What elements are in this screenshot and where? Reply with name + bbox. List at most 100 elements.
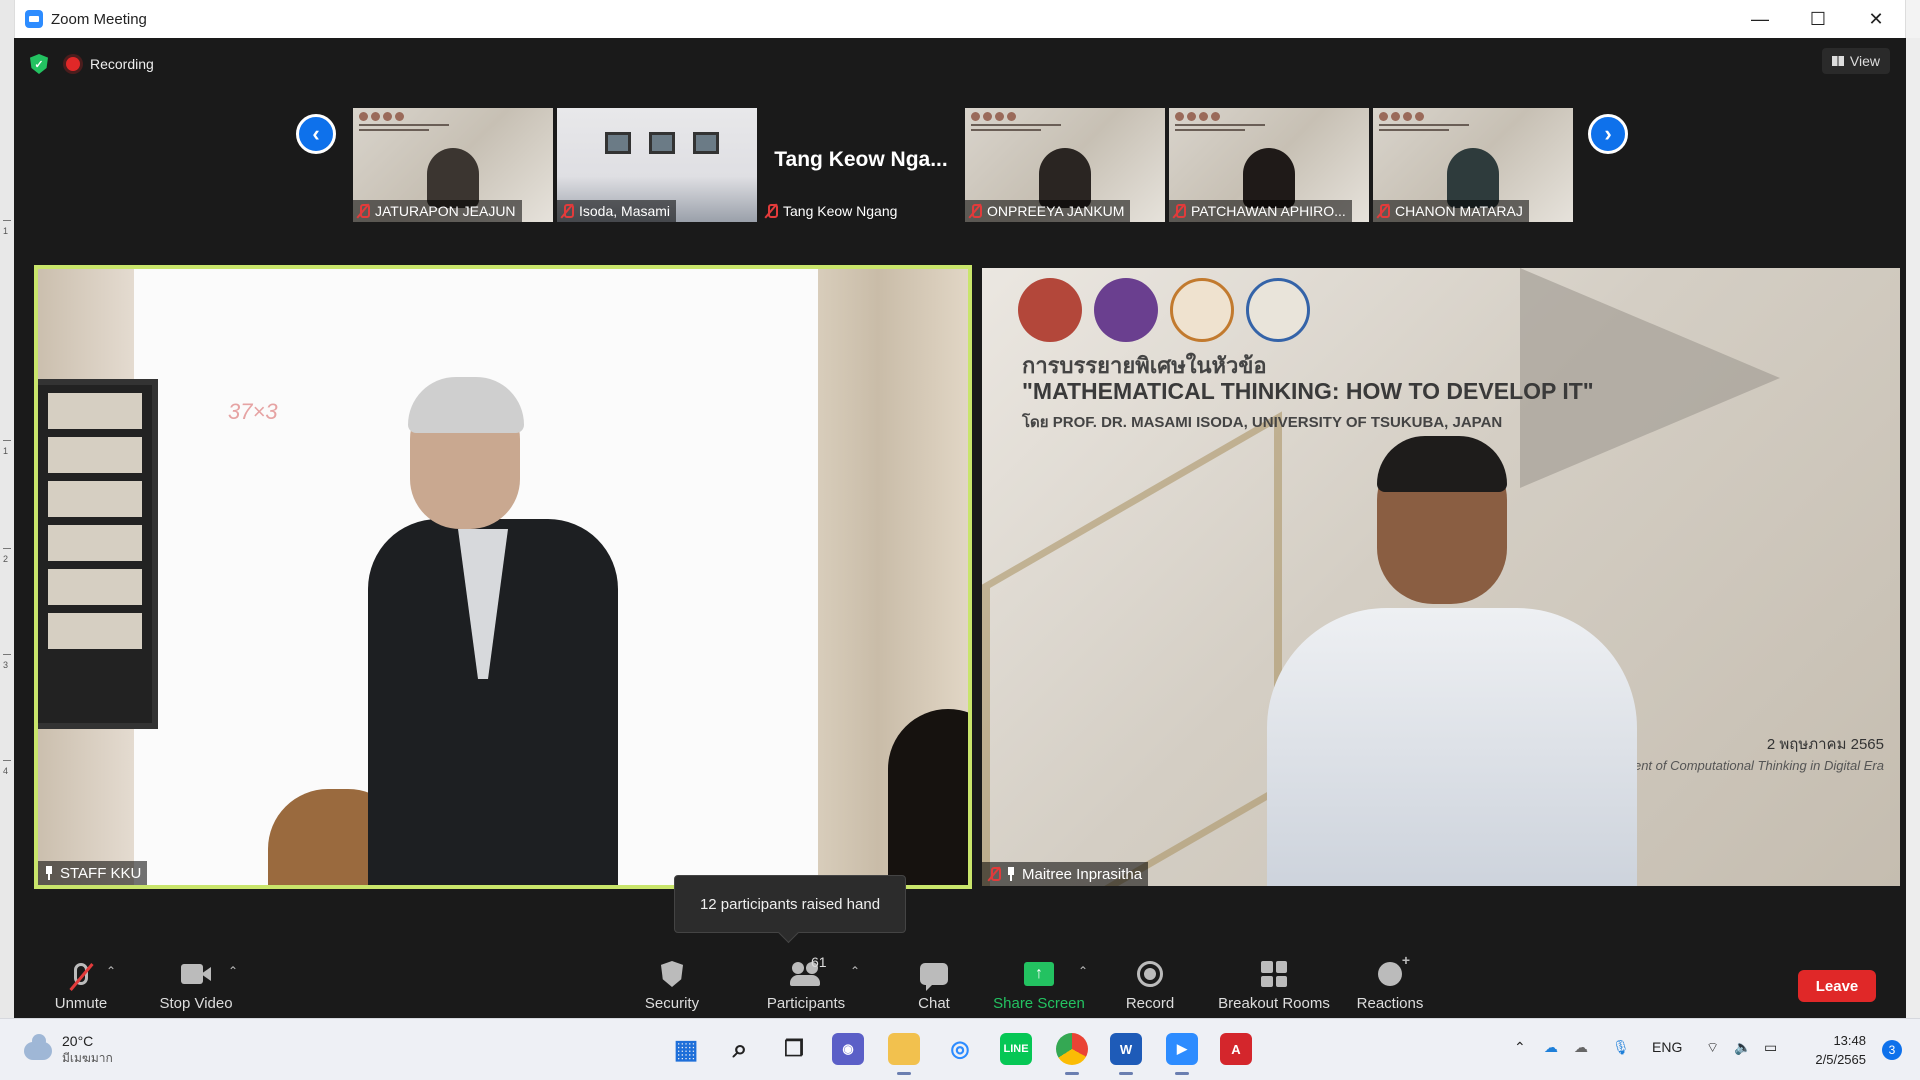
battery-icon[interactable]: ▭ (1764, 1039, 1777, 1056)
filmstrip-prev-button[interactable]: ‹ (296, 114, 336, 154)
pin-icon (1006, 867, 1016, 881)
chrome-icon[interactable] (1056, 1033, 1088, 1075)
encryption-shield-icon[interactable]: ✓ (30, 54, 48, 74)
participant-name: CHANON MATARAJ (1395, 203, 1523, 219)
clock-date: 2/5/2565 (1815, 1052, 1866, 1067)
audio-options-caret[interactable]: ⌃ (106, 964, 116, 978)
participant-count: 61 (811, 954, 827, 970)
file-explorer-icon[interactable] (888, 1033, 920, 1075)
microphone-muted-icon (74, 963, 88, 985)
meeting-area: ✓ Recording View ‹ JATURAPON JEAJUN Isod… (14, 38, 1906, 1018)
record-label: Record (1125, 995, 1175, 1012)
main-video-staff-kku[interactable]: 37×3 STAFF KKU (34, 265, 972, 889)
participant-thumb-6[interactable]: CHANON MATARAJ (1373, 108, 1573, 222)
os-taskbar: 20°C มีเมฆมาก ▦ ⌕ ❐ ◉ ◎ LINE W ▶ A ⌃ ☁ ☁… (0, 1018, 1920, 1080)
speaker-figure (1267, 608, 1637, 886)
participant-thumb-3[interactable]: Tang Keow Nga... Tang Keow Ngang (761, 108, 961, 222)
chat-bubble-icon (920, 963, 948, 985)
volume-icon[interactable]: 🔈 (1734, 1039, 1751, 1056)
leave-button[interactable]: Leave (1798, 970, 1876, 1002)
meeting-toolbar: Unmute ⌃ Stop Video ⌃ Security Participa… (14, 948, 1906, 1018)
filmstrip-next-button[interactable]: › (1588, 114, 1628, 154)
breakout-rooms-label: Breakout Rooms (1218, 995, 1330, 1012)
zoom-taskbar-icon[interactable]: ▶ (1166, 1033, 1198, 1075)
participants-button[interactable]: Participants (746, 956, 866, 1012)
onedrive-personal-icon[interactable]: ☁ (1574, 1039, 1588, 1056)
participant-name: Isoda, Masami (579, 203, 671, 219)
reaction-smiley-icon (1378, 952, 1410, 986)
maximize-button[interactable]: ☐ (1789, 0, 1847, 38)
cloud-icon (24, 1033, 52, 1060)
share-screen-label: Share Screen (993, 995, 1085, 1012)
weather-widget[interactable]: 20°C มีเมฆมาก (24, 1033, 113, 1068)
notification-badge[interactable]: 3 (1882, 1040, 1902, 1060)
system-clock[interactable]: 13:48 2/5/2565 (1815, 1031, 1866, 1069)
teams-chat-icon[interactable]: ◉ (832, 1033, 864, 1065)
security-label: Security (644, 995, 700, 1012)
chat-label: Chat (918, 995, 950, 1012)
breakout-rooms-button[interactable]: Breakout Rooms (1204, 956, 1344, 1012)
recording-label: Recording (90, 56, 154, 72)
participant-thumb-5[interactable]: PATCHAWAN APHIRO... (1169, 108, 1369, 222)
microphone-tray-icon[interactable]: 🎙 (1612, 1039, 1630, 1056)
video-options-caret[interactable]: ⌃ (228, 964, 238, 978)
participant-thumb-4[interactable]: ONPREEYA JANKUM (965, 108, 1165, 222)
mic-muted-icon (357, 204, 370, 218)
acrobat-icon[interactable]: A (1220, 1033, 1252, 1065)
participant-name: Tang Keow Ngang (783, 203, 898, 219)
participants-label: Participants (766, 995, 846, 1012)
minimize-button[interactable]: — (1731, 0, 1789, 38)
close-button[interactable]: ✕ (1847, 0, 1905, 38)
task-view-icon[interactable]: ❐ (778, 1033, 810, 1065)
slide-title: "MATHEMATICAL THINKING: HOW TO DEVELOP I… (1022, 378, 1594, 404)
mic-muted-icon (1173, 204, 1186, 218)
weather-temp: 20°C (62, 1033, 94, 1049)
record-icon (1137, 961, 1163, 987)
window-title: Zoom Meeting (51, 10, 147, 28)
clock-time: 13:48 (1833, 1033, 1866, 1048)
participant-thumb-2[interactable]: Isoda, Masami (557, 108, 757, 222)
participant-video (427, 148, 479, 208)
weather-desc: มีเมฆมาก (62, 1051, 113, 1065)
participant-name: JATURAPON JEAJUN (375, 203, 516, 219)
slide-date: 2 พฤษภาคม 2565 (1766, 736, 1884, 753)
participant-name: STAFF KKU (60, 864, 142, 882)
slide-byline: โดย PROF. DR. MASAMI ISODA, UNIVERSITY O… (1022, 414, 1503, 431)
chevron-left-icon: ‹ (312, 121, 320, 146)
view-button[interactable]: View (1821, 48, 1890, 74)
mic-muted-icon (561, 204, 574, 218)
onedrive-cloud-icon[interactable]: ☁ (1544, 1039, 1558, 1056)
main-video-maitree[interactable]: การบรรยายพิเศษในหัวข้อ "MATHEMATICAL THI… (982, 268, 1900, 886)
wireless-app-icon[interactable]: ◎ (944, 1033, 976, 1065)
word-icon[interactable]: W (1110, 1033, 1142, 1075)
zoom-app-icon (25, 10, 43, 28)
view-label: View (1849, 53, 1880, 69)
stop-video-label: Stop Video (159, 995, 233, 1012)
line-app-icon[interactable]: LINE (1000, 1033, 1032, 1065)
reactions-button[interactable]: Reactions (1340, 952, 1440, 1012)
slide-footer: elopment of Computational Thinking in Di… (1598, 758, 1884, 773)
reactions-label: Reactions (1356, 995, 1424, 1012)
raised-hands-tooltip[interactable]: 12 participants raised hand (674, 875, 906, 933)
participant-name-placeholder: Tang Keow Nga... (774, 148, 948, 171)
chat-button[interactable]: Chat (894, 956, 974, 1012)
breakout-rooms-icon (1261, 961, 1287, 987)
language-indicator[interactable]: ENG (1652, 1039, 1682, 1055)
search-icon[interactable]: ⌕ (724, 1033, 756, 1065)
wifi-icon[interactable]: ⌔ (1706, 1039, 1719, 1057)
participants-options-caret[interactable]: ⌃ (850, 964, 860, 978)
recording-dot-icon[interactable] (66, 57, 80, 71)
window-titlebar: Zoom Meeting — ☐ ✕ (14, 0, 1906, 38)
security-button[interactable]: Security (626, 956, 718, 1012)
classroom-screen (38, 379, 158, 729)
participant-name: Maitree Inprasitha (1022, 865, 1143, 883)
participant-name: ONPREEYA JANKUM (987, 203, 1125, 219)
participant-thumb-1[interactable]: JATURAPON JEAJUN (353, 108, 553, 222)
left-ruler: 1 1 2 3 4 (0, 0, 14, 1020)
unmute-label: Unmute (54, 995, 108, 1012)
record-button[interactable]: Record (1110, 956, 1190, 1012)
tray-overflow-icon[interactable]: ⌃ (1514, 1039, 1526, 1056)
share-options-caret[interactable]: ⌃ (1078, 964, 1088, 978)
windows-start-icon[interactable]: ▦ (670, 1033, 702, 1065)
mic-muted-icon (988, 867, 1001, 881)
